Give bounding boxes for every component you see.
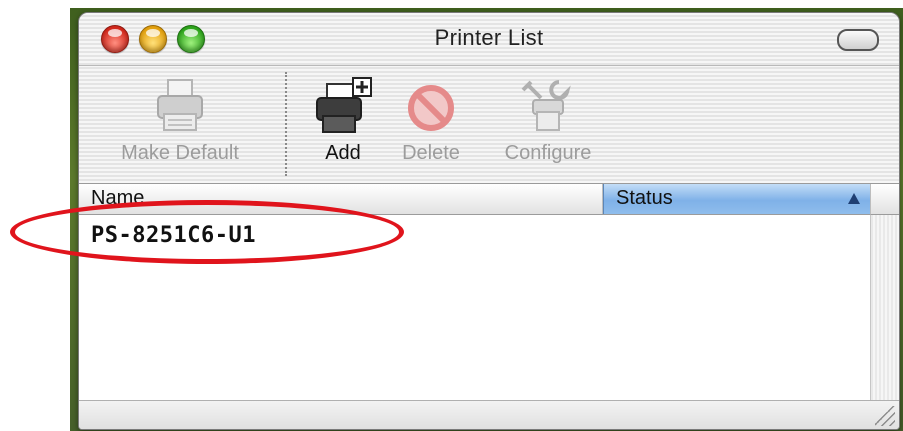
- add-button[interactable]: Add: [311, 76, 375, 165]
- column-header-status-label: Status: [616, 187, 673, 209]
- column-header-name-label: Name: [91, 187, 145, 209]
- title-bar[interactable]: Printer List: [79, 13, 899, 66]
- make-default-label: Make Default: [121, 142, 239, 164]
- delete-button[interactable]: Delete: [391, 76, 471, 165]
- printer-icon: [157, 79, 203, 131]
- toolbar: Make Default Add Delete Configure: [79, 66, 899, 183]
- list-header: Name Status: [79, 184, 871, 215]
- printer-list: Name Status PS-8251C6-U1: [79, 184, 899, 401]
- printer-list-window: Printer List Make Default Add Delete Con…: [78, 12, 900, 430]
- list-rows: PS-8251C6-U1: [79, 215, 871, 401]
- vertical-scrollbar[interactable]: [870, 215, 899, 401]
- header-corner: [870, 184, 899, 215]
- sort-ascending-icon: [848, 193, 860, 204]
- window-chrome: Printer List Make Default Add Delete Con…: [79, 13, 899, 184]
- screenshot-stage: Printer List Make Default Add Delete Con…: [0, 0, 903, 431]
- make-default-button[interactable]: Make Default: [105, 76, 255, 165]
- configure-button[interactable]: Configure: [489, 76, 607, 165]
- add-printer-icon: [316, 77, 372, 133]
- table-row[interactable]: PS-8251C6-U1: [79, 215, 871, 255]
- window-status-bar: [79, 400, 899, 429]
- toolbar-toggle-button[interactable]: [837, 29, 879, 51]
- window-title: Printer List: [434, 25, 544, 50]
- delete-icon: [408, 85, 454, 131]
- column-header-status[interactable]: Status: [603, 184, 871, 214]
- configure-label: Configure: [504, 142, 592, 164]
- resize-grip-icon[interactable]: [875, 406, 895, 426]
- add-label: Add: [325, 142, 361, 164]
- column-header-name[interactable]: Name: [79, 184, 603, 214]
- toolbar-separator: [285, 72, 287, 176]
- delete-label: Delete: [402, 142, 460, 164]
- configure-icon: [521, 80, 571, 131]
- printer-name: PS-8251C6-U1: [91, 223, 256, 248]
